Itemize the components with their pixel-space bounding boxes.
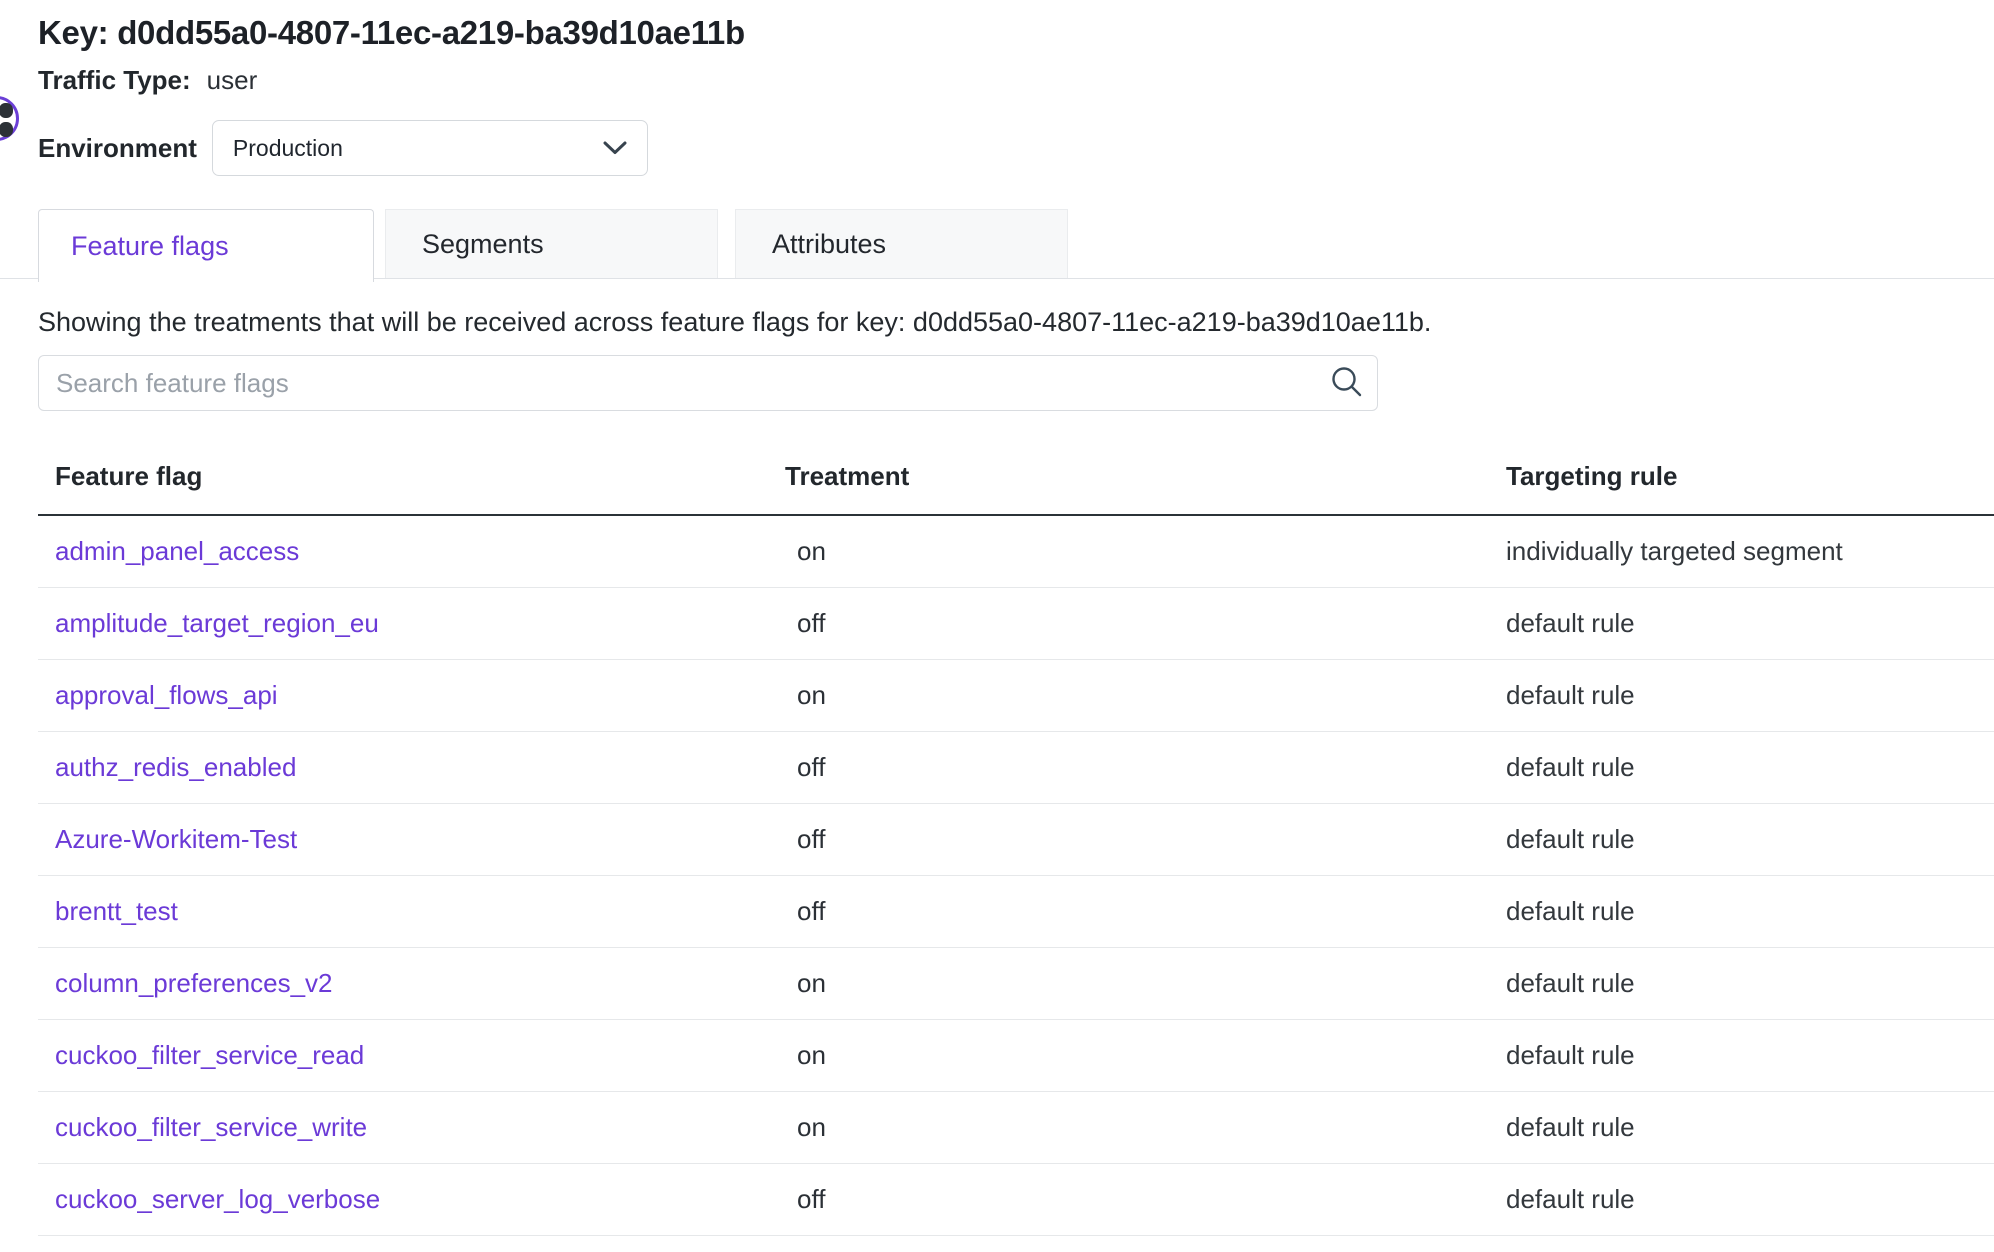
table-row: Azure-Workitem-Test offdefault rule [38, 804, 1994, 876]
targeting-rule-value: default rule [1506, 752, 1994, 783]
targeting-rule-value: individually targeted segment [1506, 536, 1994, 567]
table-row: cuckoo_server_log_verbose offdefault rule [38, 1164, 1994, 1236]
feature-flag-link[interactable]: cuckoo_filter_service_write [55, 1112, 367, 1142]
partial-circle-glyph-top [0, 103, 13, 118]
feature-flag-cell: brentt_test [38, 896, 785, 927]
table-row: cuckoo_filter_service_read ondefault rule [38, 1020, 1994, 1092]
targeting-rule-value: default rule [1506, 608, 1994, 639]
tab-attributes[interactable]: Attributes [735, 209, 1068, 279]
search-box [38, 355, 1378, 411]
environment-row: Environment Production [38, 120, 1994, 176]
feature-flag-cell: approval_flows_api [38, 680, 785, 711]
key-detail-page: Key: d0dd55a0-4807-11ec-a219-ba39d10ae11… [0, 0, 1994, 1236]
feature-flag-cell: authz_redis_enabled [38, 752, 785, 783]
feature-flag-link[interactable]: brentt_test [55, 896, 178, 926]
traffic-type-row: Traffic Type: user [38, 65, 1994, 95]
page-title: Key: d0dd55a0-4807-11ec-a219-ba39d10ae11… [38, 14, 1994, 52]
feature-flag-cell: Azure-Workitem-Test [38, 824, 785, 855]
table-row: amplitude_target_region_eu offdefault rul… [38, 588, 1994, 660]
table-row: cuckoo_filter_service_write ondefault rul… [38, 1092, 1994, 1164]
treatment-value: off [785, 752, 1506, 783]
treatment-value: off [785, 896, 1506, 927]
treatment-value: on [785, 1040, 1506, 1071]
feature-flag-link[interactable]: Azure-Workitem-Test [55, 824, 297, 854]
tab-feature-flags[interactable]: Feature flags [38, 209, 374, 282]
environment-select-value: Production [233, 135, 343, 162]
feature-flag-cell: admin_panel_access [38, 536, 785, 567]
table-row: column_preferences_v2 ondefault rule [38, 948, 1994, 1020]
treatments-description: Showing the treatments that will be rece… [38, 306, 1994, 338]
feature-flag-cell: column_preferences_v2 [38, 968, 785, 999]
column-header-targeting-rule: Targeting rule [1506, 461, 1994, 491]
feature-flag-cell: cuckoo_filter_service_write [38, 1112, 785, 1143]
treatment-value: off [785, 824, 1506, 855]
treatment-value: on [785, 968, 1506, 999]
tab-bar: Feature flags Segments Attributes [38, 209, 1994, 279]
partial-circle-icon [0, 96, 23, 146]
column-header-treatment: Treatment [785, 461, 1506, 491]
feature-flag-link[interactable]: cuckoo_server_log_verbose [55, 1184, 380, 1214]
treatment-value: on [785, 1112, 1506, 1143]
feature-flag-cell: amplitude_target_region_eu [38, 608, 785, 639]
treatment-value: on [785, 680, 1506, 711]
table-row: admin_panel_access onindividually targete… [38, 516, 1994, 588]
table-row: approval_flows_api ondefault rule [38, 660, 1994, 732]
treatment-value: off [785, 608, 1506, 639]
feature-flag-link[interactable]: authz_redis_enabled [55, 752, 296, 782]
feature-flag-link[interactable]: cuckoo_filter_service_read [55, 1040, 364, 1070]
feature-flag-link[interactable]: column_preferences_v2 [55, 968, 333, 998]
feature-flag-link[interactable]: amplitude_target_region_eu [55, 608, 379, 638]
targeting-rule-value: default rule [1506, 968, 1994, 999]
table-header-row: Feature flag Treatment Targeting rule [38, 461, 1994, 516]
treatment-value: on [785, 536, 1506, 567]
chevron-down-icon [603, 141, 627, 155]
targeting-rule-value: default rule [1506, 1184, 1994, 1215]
targeting-rule-value: default rule [1506, 1112, 1994, 1143]
targeting-rule-value: default rule [1506, 824, 1994, 855]
partial-circle-glyph-bottom [0, 122, 13, 137]
feature-flag-link[interactable]: admin_panel_access [55, 536, 299, 566]
traffic-type-label: Traffic Type: [38, 65, 191, 95]
feature-flag-cell: cuckoo_filter_service_read [38, 1040, 785, 1071]
search-icon [1329, 365, 1365, 401]
targeting-rule-value: default rule [1506, 1040, 1994, 1071]
table-row: brentt_test offdefault rule [38, 876, 1994, 948]
table-body: admin_panel_accessonindividually targete… [38, 516, 1994, 1236]
environment-select[interactable]: Production [212, 120, 648, 176]
targeting-rule-value: default rule [1506, 680, 1994, 711]
feature-flag-link[interactable]: approval_flows_api [55, 680, 278, 710]
feature-flag-cell: cuckoo_server_log_verbose [38, 1184, 785, 1215]
table-row: authz_redis_enabled offdefault rule [38, 732, 1994, 804]
tab-segments[interactable]: Segments [385, 209, 718, 279]
treatment-value: off [785, 1184, 1506, 1215]
targeting-rule-value: default rule [1506, 896, 1994, 927]
traffic-type-value: user [207, 65, 258, 95]
search-input[interactable] [38, 355, 1378, 411]
feature-flags-table: Feature flag Treatment Targeting rule ad… [38, 461, 1994, 1236]
column-header-feature-flag: Feature flag [38, 461, 785, 491]
environment-label: Environment [38, 133, 197, 164]
